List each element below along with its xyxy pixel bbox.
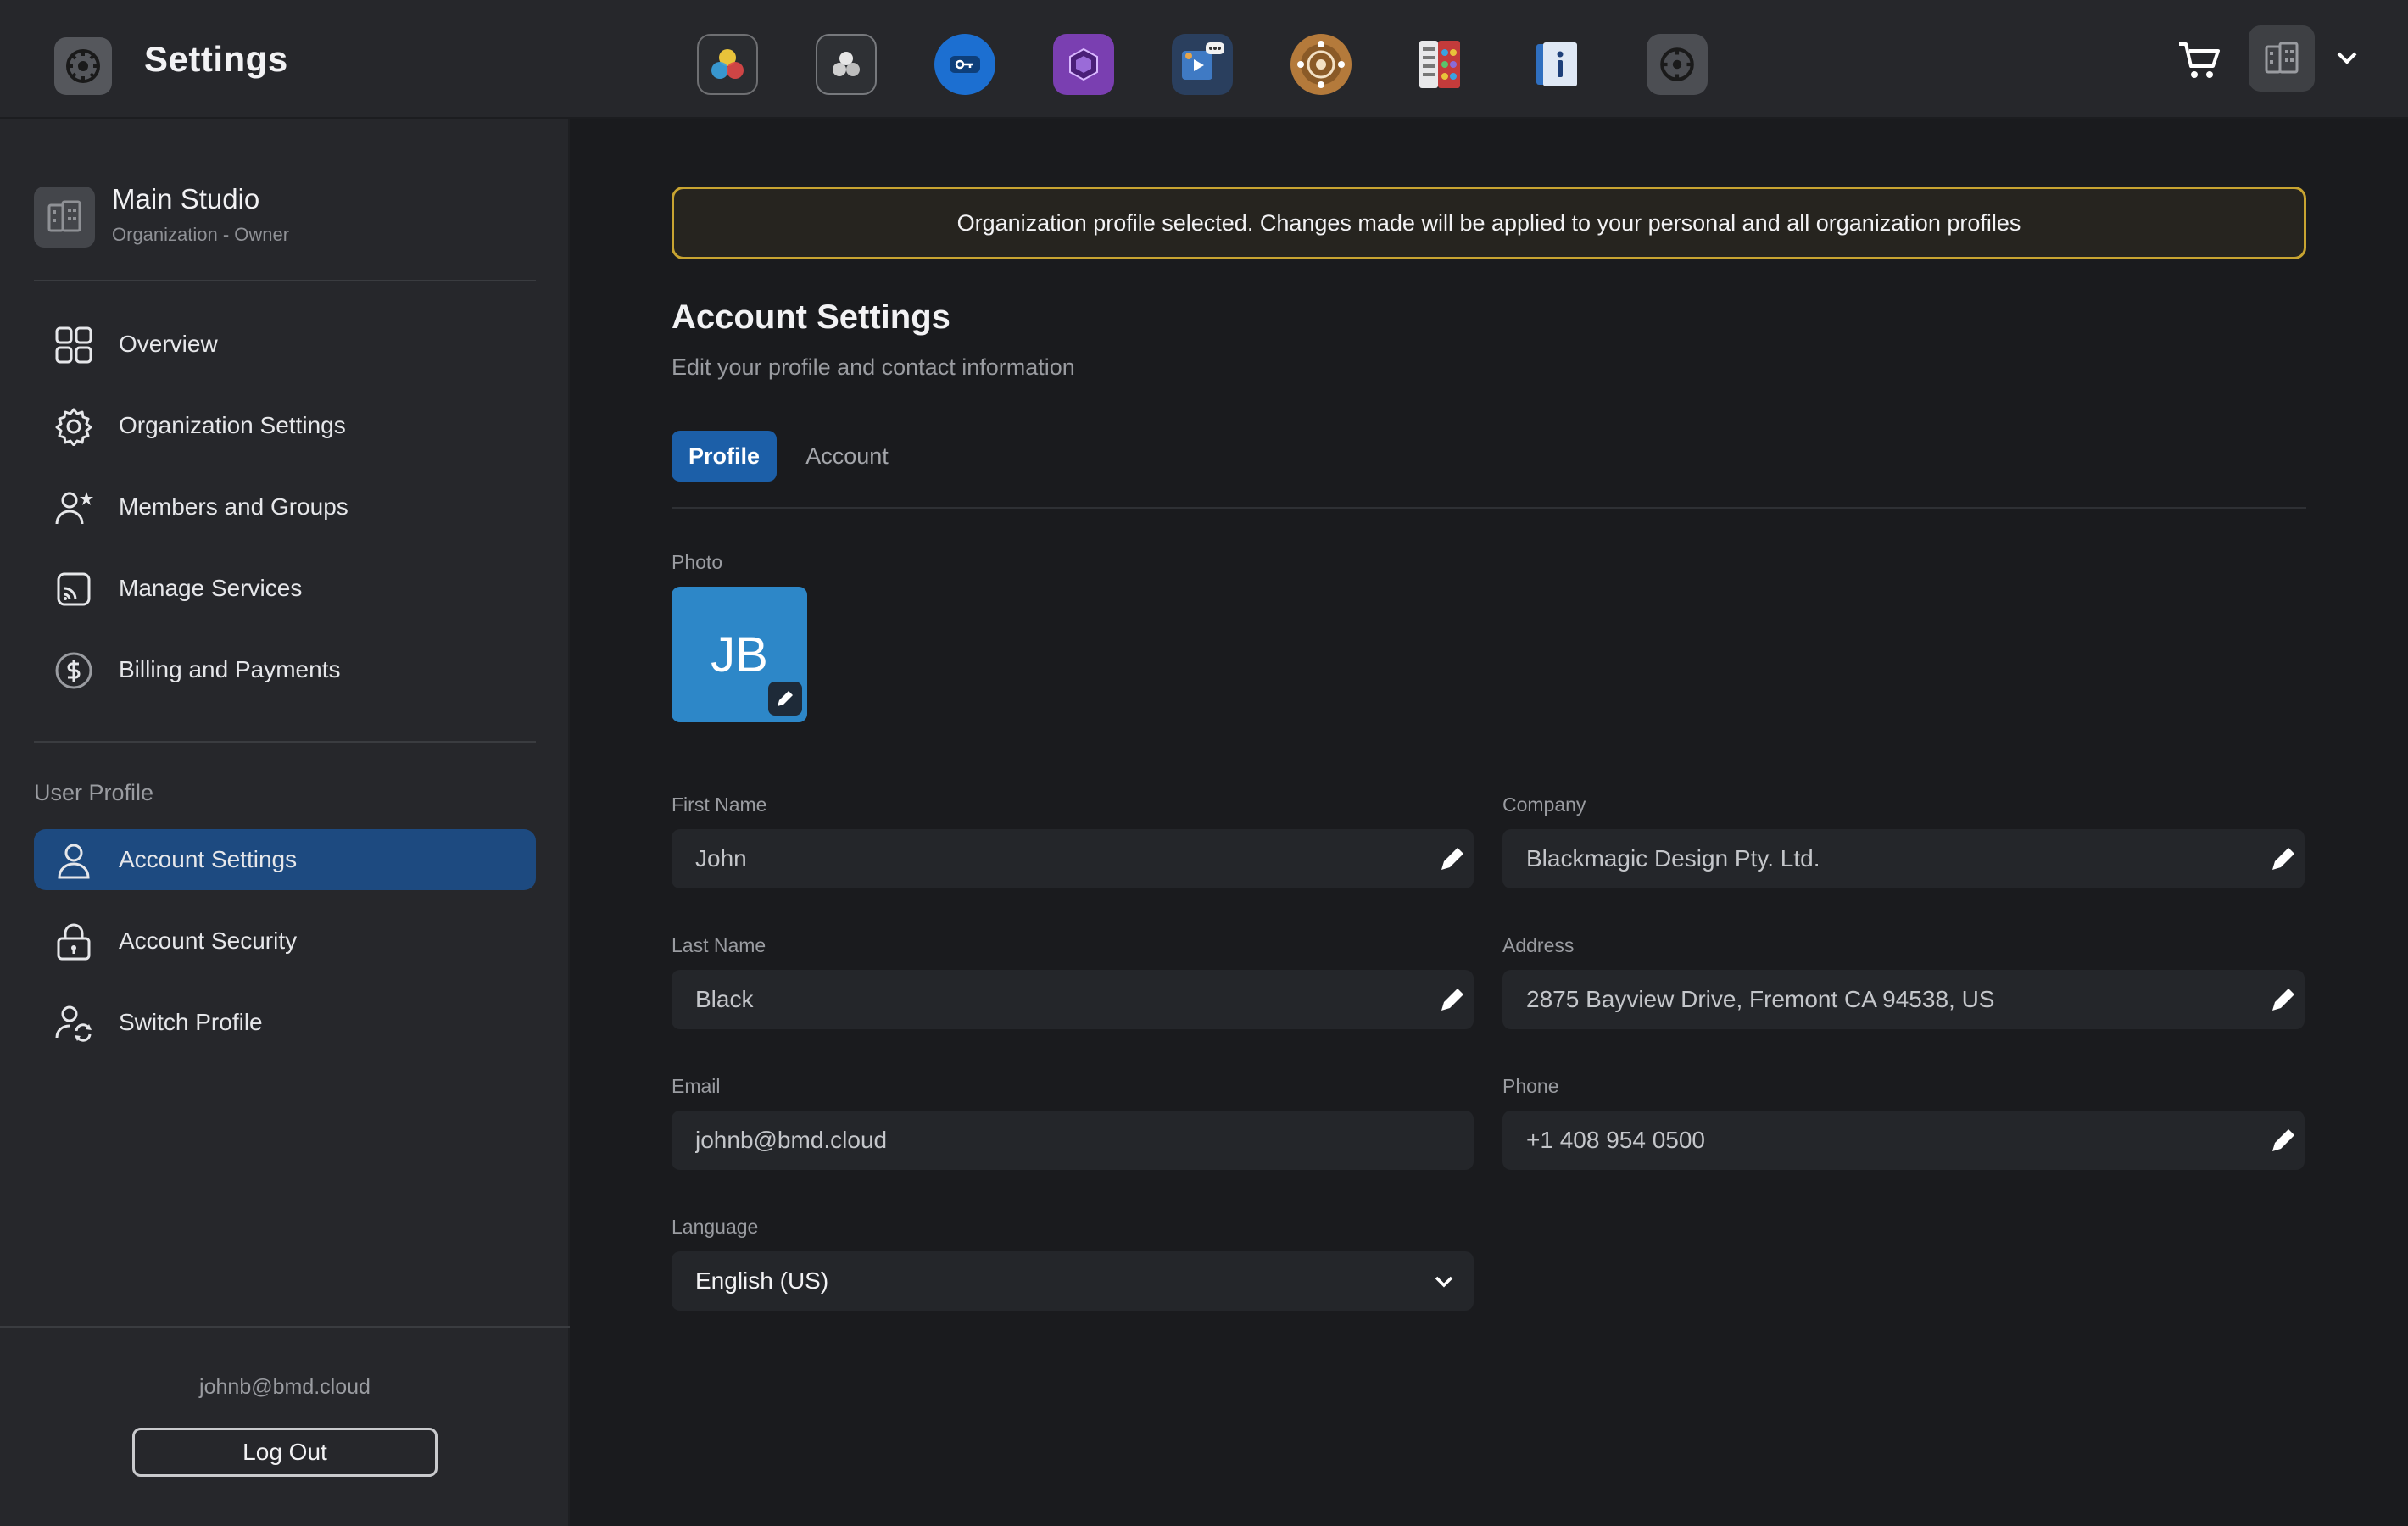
last-name-field (672, 970, 1474, 1029)
pencil-icon[interactable] (2267, 983, 2299, 1016)
address-field (1502, 970, 2305, 1029)
chevron-down-icon (1435, 1276, 1453, 1288)
sidebar-item-overview[interactable]: Overview (34, 314, 536, 375)
first-name-label: First Name (672, 794, 767, 816)
sidebar-item-label: Switch Profile (119, 1009, 263, 1035)
pencil-icon[interactable] (2267, 1124, 2299, 1156)
sidebar-item-account-settings[interactable]: Account Settings (34, 829, 536, 890)
lock-icon (57, 923, 91, 961)
sidebar-divider (34, 280, 536, 281)
davinci-resolve-icon[interactable] (697, 34, 758, 95)
pencil-icon[interactable] (1436, 983, 1469, 1016)
switch-user-icon (55, 1005, 92, 1042)
section-label: User Profile (34, 780, 154, 805)
email-field (672, 1111, 1474, 1170)
settings-app-icon[interactable] (54, 37, 112, 95)
sidebar-item-label: Manage Services (119, 575, 303, 601)
building-icon (34, 187, 95, 248)
sidebar-item-label: Overview (119, 331, 218, 357)
organization-name: Main Studio (112, 183, 260, 214)
cast-icon (57, 572, 91, 606)
first-name-field (672, 829, 1474, 888)
last-name-input[interactable] (695, 970, 1399, 1029)
license-key-icon[interactable] (934, 34, 995, 95)
sidebar-item-manage-services[interactable]: Manage Services (34, 558, 536, 619)
info-book-icon[interactable] (1528, 34, 1589, 95)
page-subtitle: Edit your profile and contact informatio… (672, 354, 1075, 380)
address-label: Address (1502, 934, 1575, 956)
tab-profile[interactable]: Profile (672, 431, 777, 482)
building-icon (2265, 42, 2299, 74)
language-value: English (US) (695, 1267, 829, 1294)
first-name-input[interactable] (695, 829, 1399, 888)
pencil-icon[interactable] (1436, 843, 1469, 875)
user-icon (58, 844, 90, 879)
chevron-down-icon[interactable] (2333, 44, 2361, 71)
sidebar: Main Studio Organization - Owner Overvie… (0, 119, 570, 1526)
email-label: Email (672, 1075, 721, 1097)
profile-photo[interactable]: JB (672, 587, 807, 722)
cart-icon[interactable] (2176, 36, 2223, 83)
sidebar-item-switch-profile[interactable]: Switch Profile (34, 992, 536, 1053)
dollar-icon (55, 652, 92, 689)
email-input[interactable] (695, 1111, 1399, 1170)
tab-account[interactable]: Account (792, 431, 902, 482)
sidebar-item-label: Account Security (119, 927, 298, 954)
pencil-icon[interactable] (768, 682, 802, 716)
company-label: Company (1502, 794, 1586, 816)
sidebar-item-organization-settings[interactable]: Organization Settings (34, 395, 536, 456)
company-input[interactable] (1526, 829, 2230, 888)
page-title: Account Settings (672, 298, 950, 336)
pencil-icon[interactable] (2267, 843, 2299, 875)
app-title: Settings (144, 39, 288, 79)
fusion-cube-icon[interactable] (1053, 34, 1114, 95)
resolve-collaboration-icon[interactable] (816, 34, 877, 95)
media-presentation-icon[interactable] (1172, 34, 1233, 95)
organization-card[interactable]: Main Studio Organization - Owner (34, 181, 536, 249)
sidebar-item-account-security[interactable]: Account Security (34, 911, 536, 972)
phone-input[interactable] (1526, 1111, 2230, 1170)
main-content: Organization profile selected. Changes m… (570, 119, 2408, 1526)
company-field (1502, 829, 2305, 888)
sidebar-item-label: Account Settings (119, 846, 298, 872)
last-name-label: Last Name (672, 934, 766, 956)
sidebar-item-billing-and-payments[interactable]: Billing and Payments (34, 639, 536, 700)
address-input[interactable] (1526, 970, 2230, 1029)
sidebar-item-label: Billing and Payments (119, 656, 341, 682)
sidebar-footer: johnb@bmd.cloud Log Out (0, 1326, 570, 1526)
organization-role: Organization - Owner (112, 224, 290, 245)
organization-notice-banner: Organization profile selected. Changes m… (672, 187, 2306, 259)
sidebar-divider (34, 741, 536, 743)
language-select[interactable]: English (US) (672, 1251, 1474, 1311)
phone-label: Phone (1502, 1075, 1559, 1097)
phone-field (1502, 1111, 2305, 1170)
settings-icon[interactable] (1647, 34, 1708, 95)
top-bar: Settings (0, 0, 2408, 119)
grid-icon (55, 326, 92, 364)
sidebar-item-members-and-groups[interactable]: Members and Groups (34, 476, 536, 537)
sidebar-item-label: Members and Groups (119, 493, 348, 520)
logout-button[interactable]: Log Out (132, 1428, 438, 1477)
organization-switcher[interactable] (2249, 25, 2315, 92)
apps-library-icon[interactable] (1409, 34, 1470, 95)
signed-in-email: johnb@bmd.cloud (199, 1375, 371, 1399)
gear-icon (55, 408, 92, 446)
tab-divider (672, 507, 2306, 509)
sidebar-item-label: Organization Settings (119, 412, 346, 438)
network-hub-icon[interactable] (1290, 34, 1352, 95)
photo-label: Photo (672, 551, 723, 573)
language-label: Language (672, 1216, 759, 1238)
avatar-initials: JB (711, 627, 768, 682)
user-star-icon (55, 492, 93, 525)
